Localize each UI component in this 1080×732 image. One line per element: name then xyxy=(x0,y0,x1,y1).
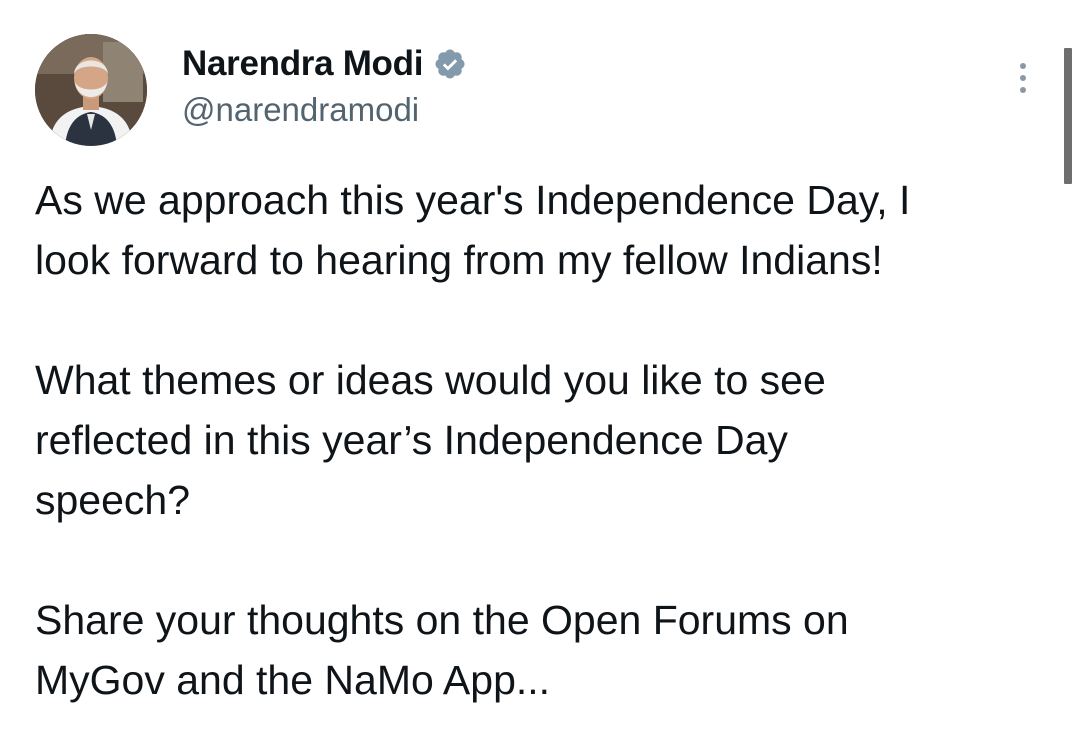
scrollbar[interactable] xyxy=(1064,48,1072,184)
more-vertical-icon[interactable] xyxy=(1008,56,1038,100)
tweet: Narendra Modi @narendramodi As we approa… xyxy=(0,0,1080,732)
verified-badge-icon xyxy=(433,47,467,81)
more-dot xyxy=(1020,63,1026,69)
author-handle[interactable]: @narendramodi xyxy=(182,88,419,132)
tweet-paragraph: Share your thoughts on the Open Forums o… xyxy=(35,597,849,703)
tweet-paragraph: As we approach this year's Independence … xyxy=(35,177,911,283)
more-dot xyxy=(1020,87,1026,93)
display-name[interactable]: Narendra Modi xyxy=(182,42,423,86)
author-name-row[interactable]: Narendra Modi xyxy=(182,42,467,86)
avatar[interactable] xyxy=(35,34,147,146)
tweet-text: As we approach this year's Independence … xyxy=(35,170,1055,710)
profile-photo xyxy=(35,34,147,146)
tweet-paragraph: What themes or ideas would you like to s… xyxy=(35,357,826,523)
more-dot xyxy=(1020,75,1026,81)
